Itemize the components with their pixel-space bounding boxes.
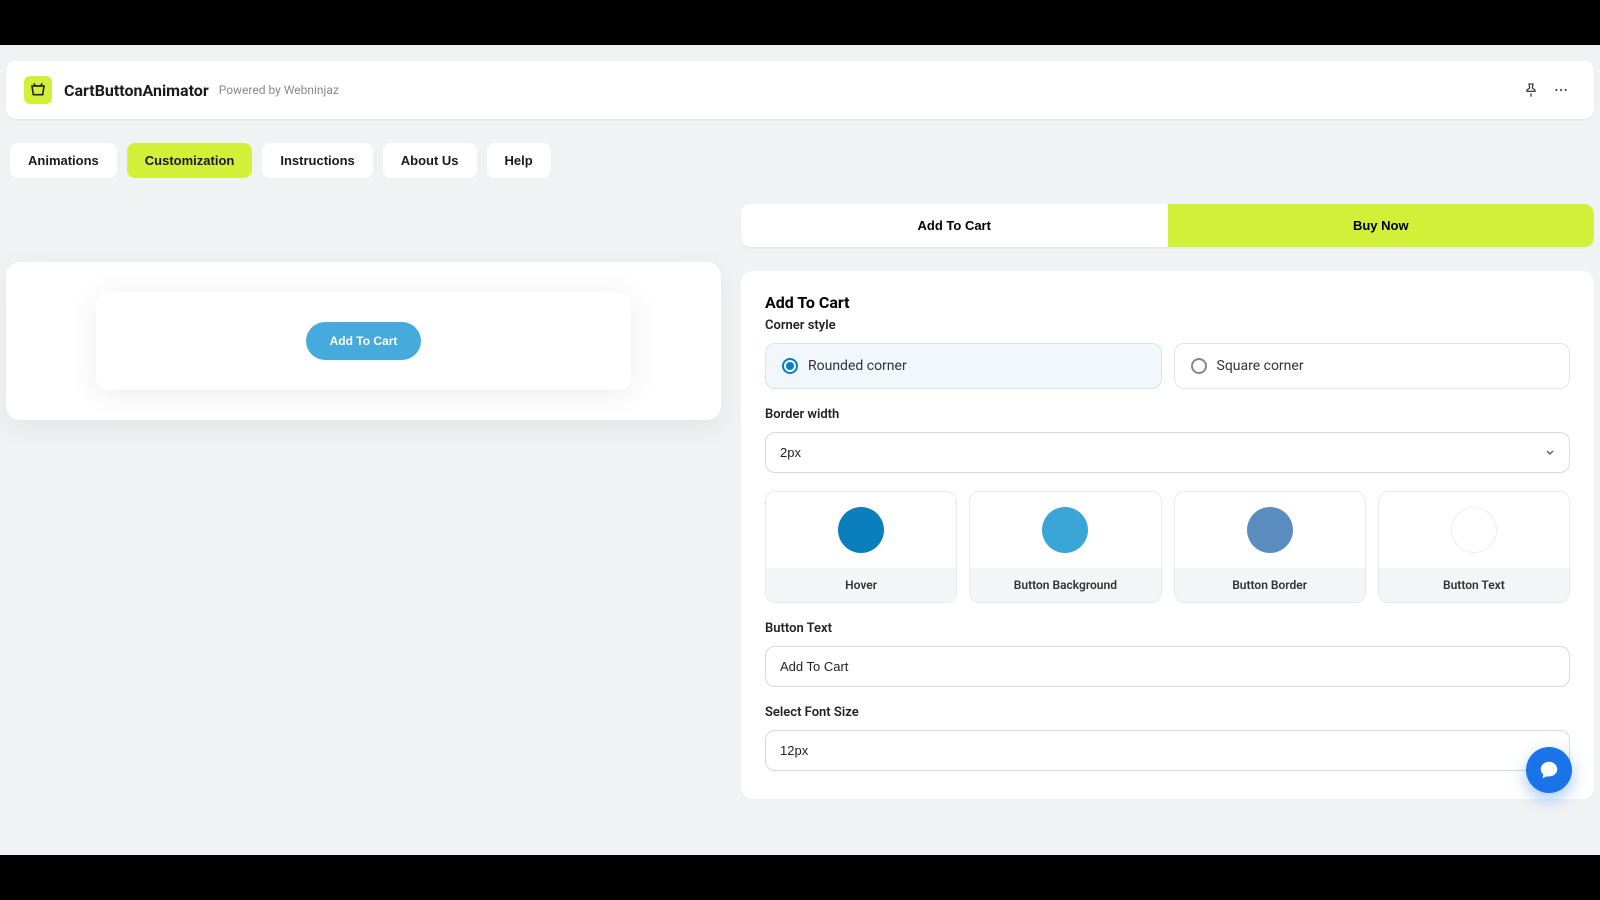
- color-button-text[interactable]: Button Text: [1378, 491, 1570, 603]
- color-button-background[interactable]: Button Background: [969, 491, 1161, 603]
- settings-panel: Add To Cart Corner style Rounded corner …: [741, 271, 1594, 799]
- sub-tab-buy-now[interactable]: Buy Now: [1168, 204, 1595, 247]
- main-tabs: Animations Customization Instructions Ab…: [6, 143, 1594, 178]
- font-size-label: Select Font Size: [765, 705, 1570, 720]
- color-text-label: Button Text: [1379, 568, 1569, 602]
- color-hover-label: Hover: [766, 568, 956, 602]
- radio-selected-icon: [782, 358, 798, 374]
- preview-add-to-cart-button[interactable]: Add To Cart: [306, 322, 422, 360]
- app-header: CartButtonAnimator Powered by Webninjaz: [6, 61, 1594, 119]
- tab-animations[interactable]: Animations: [10, 143, 117, 178]
- radio-rounded-label: Rounded corner: [808, 358, 907, 374]
- tab-customization[interactable]: Customization: [127, 143, 253, 178]
- app-subtitle: Powered by Webninjaz: [219, 83, 339, 97]
- app-logo-icon: [24, 76, 52, 104]
- app-title: CartButtonAnimator: [64, 81, 209, 100]
- color-button-border[interactable]: Button Border: [1174, 491, 1366, 603]
- corner-style-label: Corner style: [765, 318, 1570, 333]
- font-size-select[interactable]: 12px: [765, 730, 1570, 771]
- preview-inner: Add To Cart: [96, 292, 631, 390]
- radio-square-corner[interactable]: Square corner: [1174, 343, 1571, 389]
- tab-instructions[interactable]: Instructions: [262, 143, 372, 178]
- color-hover[interactable]: Hover: [765, 491, 957, 603]
- pin-icon[interactable]: [1516, 75, 1546, 105]
- radio-square-label: Square corner: [1217, 358, 1304, 374]
- sub-tab-add-to-cart[interactable]: Add To Cart: [741, 204, 1168, 247]
- button-text-input[interactable]: [765, 646, 1570, 687]
- radio-unselected-icon: [1191, 358, 1207, 374]
- chat-button[interactable]: [1526, 747, 1572, 793]
- panel-title: Add To Cart: [765, 293, 1570, 312]
- radio-rounded-corner[interactable]: Rounded corner: [765, 343, 1162, 389]
- button-text-label: Button Text: [765, 621, 1570, 636]
- color-bg-label: Button Background: [970, 568, 1160, 602]
- border-width-label: Border width: [765, 407, 1570, 422]
- color-border-label: Button Border: [1175, 568, 1365, 602]
- tab-help[interactable]: Help: [487, 143, 551, 178]
- border-width-select[interactable]: 2px: [765, 432, 1570, 473]
- more-icon[interactable]: [1546, 75, 1576, 105]
- button-type-tabs: Add To Cart Buy Now: [741, 204, 1594, 247]
- preview-card: Add To Cart: [6, 262, 721, 420]
- tab-about-us[interactable]: About Us: [383, 143, 477, 178]
